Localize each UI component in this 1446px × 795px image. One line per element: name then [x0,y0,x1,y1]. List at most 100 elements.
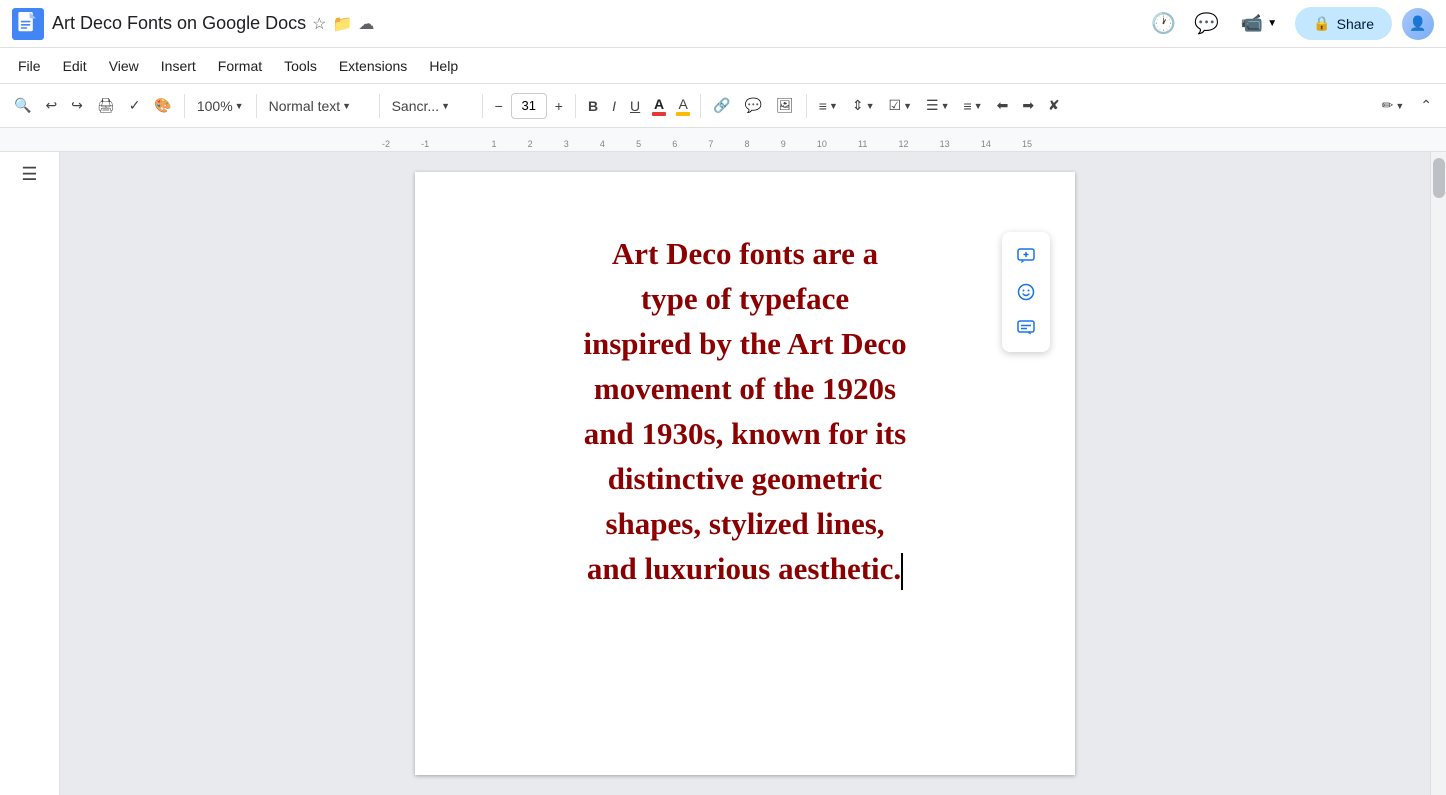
checklist-button[interactable]: ☑ ▼ [883,93,918,118]
indent-increase-button[interactable]: ➡ [1016,93,1040,118]
folder-icon[interactable]: 📁 [332,14,352,34]
underline-label: U [630,98,640,114]
meet-chevron: ▼ [1267,18,1277,29]
chat-icon[interactable]: 💬 [1190,7,1223,40]
edit-mode-button[interactable]: ✏ ▼ [1376,93,1411,118]
indent-decrease-button[interactable]: ⬅ [991,93,1015,118]
scroll-thumb[interactable] [1433,158,1445,198]
image-button[interactable]: 🖼 [770,93,800,118]
line-spacing-icon: ⇕ [852,97,864,114]
title-bar: Art Deco Fonts on Google Docs ☆ 📁 ☁ 🕐 💬 … [0,0,1446,48]
outline-icon[interactable]: ☰ [21,164,37,185]
link-button[interactable]: 🔗 [707,93,736,118]
menu-file[interactable]: File [8,54,51,78]
separator-1 [184,94,185,118]
separator-3 [379,94,380,118]
meet-button[interactable]: 📹 ▼ [1233,9,1285,38]
separator-6 [700,94,701,118]
print-button[interactable]: 🖨 [91,93,121,118]
docs-icon [12,8,44,40]
line-spacing-chevron: ▼ [866,101,875,111]
separator-7 [806,94,807,118]
italic-label: I [612,98,616,114]
side-toolbar [1002,232,1050,352]
menu-tools[interactable]: Tools [274,54,327,78]
menu-view[interactable]: View [99,54,149,78]
checklist-chevron: ▼ [903,101,912,111]
menu-extensions[interactable]: Extensions [329,54,417,78]
doc-area[interactable]: Art Deco fonts are a type of typeface in… [60,152,1430,795]
toolbar: 🔍 ↩ ↪ 🖨 ✓ 🎨 100% ▼ Normal text ▼ Sancr..… [0,84,1446,128]
suggest-button[interactable] [1010,312,1042,344]
highlight-button[interactable]: A [672,94,694,118]
redo-button[interactable]: ↪ [65,93,89,118]
add-emoji-button[interactable] [1010,276,1042,308]
ruler-inner: -2-112 34567 89101112131415 [372,128,1446,151]
spellcheck-button[interactable]: ✓ [123,93,147,118]
separator-5 [575,94,576,118]
content-line-1: Art Deco fonts are a [475,232,1015,277]
font-select[interactable]: Sancr... ▼ [386,94,476,118]
zoom-value: 100% [197,98,233,114]
left-panel: ☰ [0,152,60,795]
font-size-decrease[interactable]: − [489,94,509,118]
italic-button[interactable]: I [606,94,622,118]
font-value: Sancr... [392,98,439,114]
paint-format-button[interactable]: 🎨 [148,93,177,118]
separator-4 [482,94,483,118]
menu-help[interactable]: Help [419,54,468,78]
highlight-label: A [678,96,687,112]
underline-button[interactable]: U [624,94,646,118]
suggest-icon [1016,318,1036,338]
content-line-6: distinctive geometric [475,457,1015,502]
zoom-chevron: ▼ [235,101,244,111]
add-comment-button[interactable] [1010,240,1042,272]
main-area: ☰ Art Deco fonts are a type of typeface … [0,152,1446,795]
share-button[interactable]: 🔒 Share [1295,7,1392,40]
highlight-indicator [676,112,690,116]
page-content[interactable]: Art Deco fonts are a type of typeface in… [475,232,1015,592]
avatar[interactable]: 👤 [1402,8,1434,40]
scrollbar-area[interactable] [1430,152,1446,795]
menu-edit[interactable]: Edit [53,54,97,78]
align-icon: ≡ [819,98,827,114]
undo-button[interactable]: ↩ [39,93,63,118]
menu-format[interactable]: Format [208,54,272,78]
number-list-button[interactable]: ≡ ▼ [957,94,988,118]
separator-2 [256,94,257,118]
font-size-increase[interactable]: + [549,94,569,118]
history-icon[interactable]: 🕐 [1147,7,1180,40]
bullet-list-button[interactable]: ☰ ▼ [920,93,955,118]
number-list-icon: ≡ [963,98,971,114]
collapse-button[interactable]: ⌃ [1414,93,1438,118]
align-button[interactable]: ≡ ▼ [813,94,844,118]
document-page[interactable]: Art Deco fonts are a type of typeface in… [415,172,1075,775]
style-select[interactable]: Normal text ▼ [263,94,373,118]
doc-title-area: Art Deco Fonts on Google Docs ☆ 📁 ☁ [52,13,1139,34]
font-chevron: ▼ [441,101,450,111]
number-list-chevron: ▼ [974,101,983,111]
zoom-select[interactable]: 100% ▼ [191,94,250,118]
menu-insert[interactable]: Insert [151,54,206,78]
menu-bar: File Edit View Insert Format Tools Exten… [0,48,1446,84]
text-color-indicator [652,112,666,116]
align-chevron: ▼ [829,101,838,111]
header-right: 🕐 💬 📹 ▼ 🔒 Share 👤 [1147,7,1434,40]
add-comment-icon [1016,246,1036,266]
line-spacing-button[interactable]: ⇕ ▼ [846,93,881,118]
bold-button[interactable]: B [582,94,604,118]
doc-title[interactable]: Art Deco Fonts on Google Docs [52,13,306,34]
text-cursor [901,553,903,590]
search-button[interactable]: 🔍 [8,93,37,118]
style-chevron: ▼ [342,101,351,111]
bold-label: B [588,98,598,114]
bullet-list-icon: ☰ [926,97,939,114]
lock-icon: 🔒 [1313,15,1330,32]
content-line-5: and 1930s, known for its [475,412,1015,457]
text-color-button[interactable]: A [648,94,670,118]
star-icon[interactable]: ☆ [312,14,326,34]
comment-button[interactable]: 💬 [739,93,768,118]
content-line-8: and luxurious aesthetic. [475,547,1015,592]
font-size-input[interactable] [511,93,547,119]
clear-format-button[interactable]: ✘ [1042,93,1066,118]
